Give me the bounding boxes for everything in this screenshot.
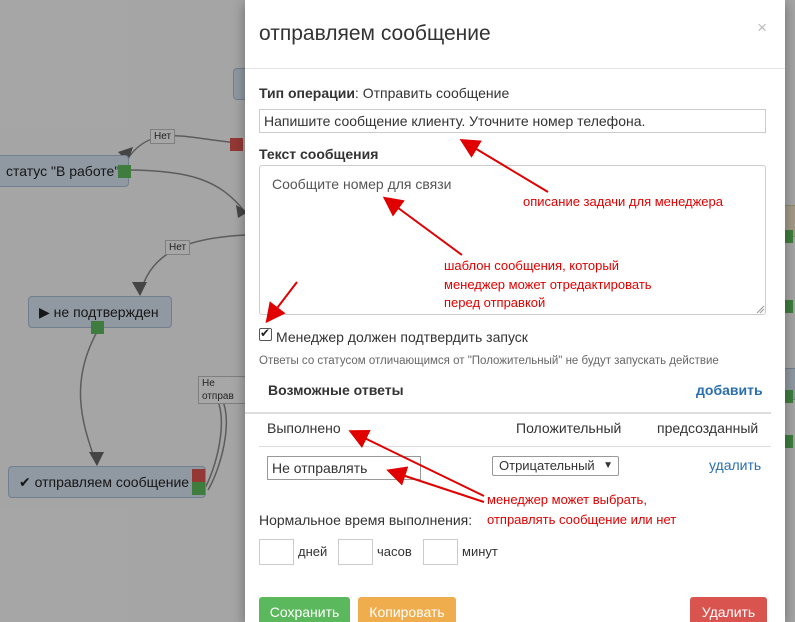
operation-type: Тип операции: Отправить сообщение <box>259 85 509 101</box>
annotation-choice-line2: отправлять сообщение или нет <box>487 512 677 527</box>
answer-status-select[interactable]: Отрицательный ▼ <box>492 456 619 476</box>
days-input[interactable] <box>259 539 294 565</box>
answers-title: Возможные ответы <box>268 382 404 398</box>
resize-handle-icon[interactable] <box>755 304 765 314</box>
checkmark-icon: ✔ <box>260 326 271 340</box>
operation-type-value: : Отправить сообщение <box>354 85 510 101</box>
hours-input[interactable] <box>338 539 373 565</box>
days-label: дней <box>298 544 328 559</box>
annotation-template-line2: менеджер может отредактировать <box>444 277 652 292</box>
answers-hint: Ответы со статусом отличающимся от "Поло… <box>259 355 719 367</box>
annotation-template-line1: шаблон сообщения, который <box>444 258 619 273</box>
hours-label: часов <box>377 544 412 559</box>
task-description-input[interactable]: Напишите сообщение клиенту. Уточните ном… <box>259 109 766 133</box>
answer-status: Положительный <box>516 420 622 436</box>
answers-table-header: Возможные ответы добавить <box>245 372 771 414</box>
operation-type-label: Тип операции <box>259 85 355 101</box>
dialog-header: отправляем сообщение × <box>245 0 785 69</box>
answer-status-value: Отрицательный <box>499 458 595 473</box>
message-text-label: Текст сообщения <box>259 146 378 162</box>
confirm-checkbox[interactable]: ✔ <box>259 326 272 341</box>
delete-answer-link[interactable]: удалить <box>709 457 761 473</box>
dialog-title: отправляем сообщение <box>259 22 491 45</box>
annotation-template-line3: перед отправкой <box>444 295 546 310</box>
confirm-checkbox-label: Менеджер должен подтвердить запуск <box>276 329 528 345</box>
row-divider <box>259 446 771 447</box>
message-text-label-text: Текст сообщения <box>259 146 379 162</box>
normal-time-label: Нормальное время выполнения: <box>259 512 473 528</box>
save-button[interactable]: Сохранить <box>259 597 350 622</box>
answer-predefined: предсозданный <box>657 420 759 436</box>
answer-name-input[interactable]: Не отправлять <box>267 456 421 480</box>
annotation-task-description: описание задачи для менеджера <box>523 194 723 209</box>
copy-button[interactable]: Копировать <box>358 597 456 622</box>
add-answer-link[interactable]: добавить <box>696 382 763 398</box>
minutes-label: минут <box>462 544 498 559</box>
annotation-choice-line1: менеджер может выбрать, <box>487 492 647 507</box>
minutes-input[interactable] <box>423 539 458 565</box>
dropdown-arrow-icon: ▼ <box>603 460 613 471</box>
answer-name: Выполнено <box>267 420 341 436</box>
delete-button[interactable]: Удалить <box>690 597 767 622</box>
close-icon[interactable]: × <box>757 18 767 38</box>
